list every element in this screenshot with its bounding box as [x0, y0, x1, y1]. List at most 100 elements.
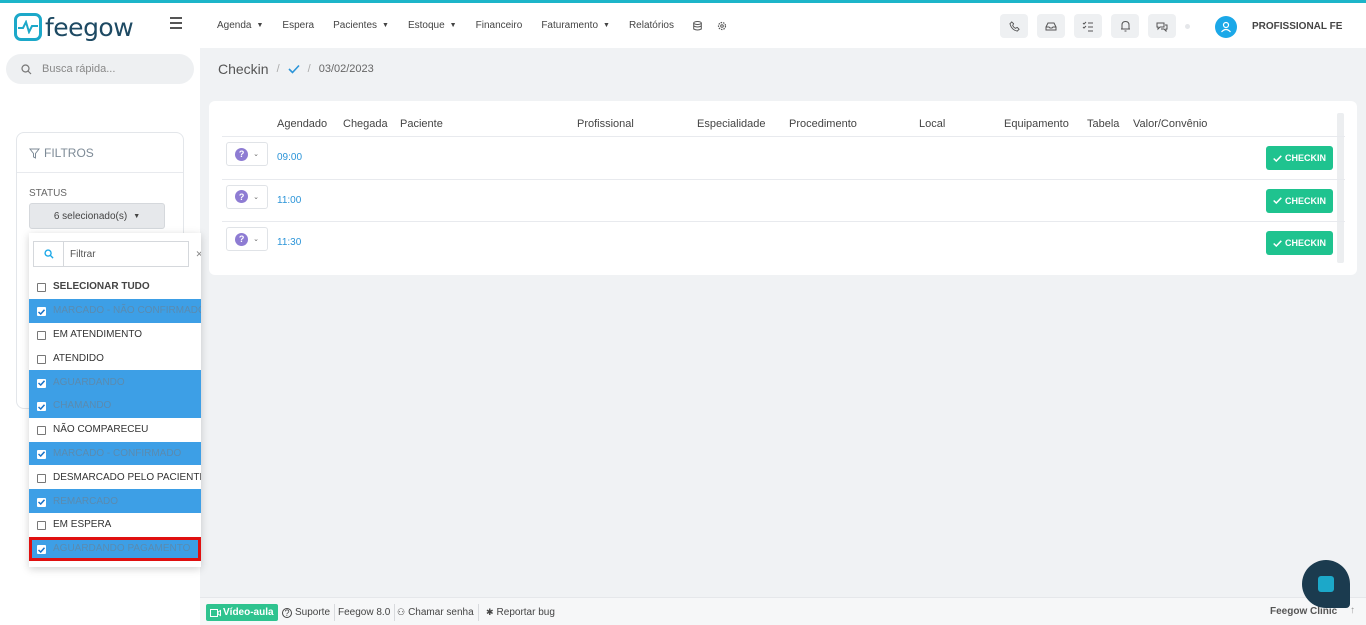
- status-option[interactable]: REMARCADO: [29, 489, 201, 513]
- user-icon: [1221, 21, 1231, 33]
- call-password-link[interactable]: ⚇ Chamar senha: [393, 604, 479, 621]
- checkbox-icon[interactable]: [37, 354, 46, 364]
- phone-icon: [1008, 20, 1020, 32]
- checkin-button[interactable]: CHECKIN: [1266, 188, 1333, 213]
- status-option[interactable]: CHAMANDO: [29, 393, 201, 418]
- notifications-button[interactable]: [1111, 14, 1139, 38]
- search-icon: [21, 63, 32, 74]
- scroll-top-icon[interactable]: ↑: [1350, 605, 1355, 616]
- column-header: Local: [919, 118, 946, 130]
- nav-item-pacientes[interactable]: Pacientes ▼: [333, 20, 389, 31]
- question-icon: ?: [235, 147, 249, 161]
- checkin-button[interactable]: CHECKIN: [1266, 231, 1333, 255]
- chevron-down-icon: ⌄: [253, 236, 259, 243]
- appointment-time[interactable]: 11:30: [277, 237, 301, 248]
- checkbox-icon[interactable]: [37, 473, 46, 483]
- checkbox-checked-icon[interactable]: [37, 497, 46, 507]
- appointment-time[interactable]: 09:00: [277, 152, 302, 163]
- checkbox-checked-icon[interactable]: [37, 545, 46, 555]
- status-option[interactable]: EM ATENDIMENTO: [29, 323, 201, 347]
- database-icon[interactable]: [693, 20, 703, 31]
- checkbox-checked-icon[interactable]: [37, 402, 46, 412]
- user-avatar[interactable]: [1215, 16, 1237, 38]
- checkin-table: Agendado Chegada Paciente Profissional Espec…: [209, 101, 1357, 275]
- header-action-buttons: [1000, 14, 1202, 38]
- dropdown-search-icon: [33, 241, 63, 267]
- main-nav: Agenda ▼ Espera Pacientes ▼ Estoque ▼ Financeir…: [217, 3, 741, 48]
- checkbox-icon[interactable]: [37, 283, 46, 293]
- nav-item-faturamento[interactable]: Faturamento ▼: [541, 20, 610, 31]
- status-option[interactable]: AGUARDANDO PAGAMENTO: [29, 536, 201, 561]
- status-dropdown: ✕ SELECIONAR TUDO MARCADO - NÃO CONFIRMAD…: [29, 233, 201, 567]
- phone-button[interactable]: [1000, 14, 1028, 38]
- status-option[interactable]: NÃO COMPARECEU: [29, 418, 201, 442]
- question-icon: ?: [235, 232, 249, 246]
- tasks-button[interactable]: [1074, 14, 1102, 38]
- nav-item-relatorios[interactable]: Relatórios: [629, 20, 674, 31]
- checkbox-checked-icon[interactable]: [37, 378, 46, 388]
- status-option[interactable]: ATENDIDO: [29, 346, 201, 370]
- checkbox-checked-icon[interactable]: [37, 449, 46, 459]
- breadcrumb-separator: /: [307, 63, 311, 75]
- row-status-menu[interactable]: ? ⌄: [226, 142, 268, 166]
- breadcrumb-date: 03/02/2023: [318, 63, 374, 75]
- caret-down-icon: ▼: [603, 22, 610, 29]
- status-option[interactable]: DESMARCADO PELO PACIENTE: [29, 465, 201, 489]
- status-option[interactable]: MARCADO - NÃO CONFIRMADO: [29, 298, 201, 323]
- top-header: feegow Agenda ▼ Espera Pacientes ▼ Estoque ▼ Fi…: [0, 3, 1366, 48]
- search-placeholder[interactable]: Busca rápida...: [42, 63, 115, 75]
- status-option-label: SELECIONAR TUDO: [53, 281, 150, 293]
- row-status-menu[interactable]: ? ⌄: [226, 227, 268, 251]
- status-option[interactable]: AGUARDANDO: [29, 370, 201, 394]
- status-label: STATUS: [29, 188, 67, 199]
- nav-item-espera[interactable]: Espera: [282, 20, 314, 31]
- status-option-label: MARCADO - NÃO CONFIRMADO: [53, 305, 201, 317]
- widget-icon: [1318, 576, 1334, 592]
- nav-item-estoque[interactable]: Estoque ▼: [408, 20, 457, 31]
- bell-icon: [1120, 20, 1130, 32]
- filter-icon: [29, 148, 40, 159]
- column-header: Valor/Convênio: [1133, 118, 1208, 130]
- dropdown-filter-input[interactable]: [63, 241, 189, 267]
- status-option-label: AGUARDANDO PAGAMENTO: [53, 543, 191, 555]
- nav-item-agenda[interactable]: Agenda ▼: [217, 20, 263, 31]
- support-link[interactable]: ? Suporte: [278, 604, 336, 621]
- column-header: Paciente: [400, 118, 443, 130]
- inbox-button[interactable]: [1037, 14, 1065, 38]
- checkbox-checked-icon[interactable]: [37, 307, 46, 317]
- gear-icon[interactable]: [717, 21, 727, 31]
- quick-search[interactable]: Busca rápida...: [6, 54, 194, 84]
- status-option-label: AGUARDANDO: [53, 376, 125, 388]
- floating-widget-button[interactable]: [1302, 560, 1350, 608]
- nav-item-financeiro[interactable]: Financeiro: [476, 20, 523, 31]
- page-title: Checkin: [218, 61, 269, 77]
- checkbox-icon[interactable]: [37, 521, 46, 531]
- checkbox-icon[interactable]: [37, 330, 46, 340]
- user-name[interactable]: PROFISSIONAL FE: [1252, 21, 1342, 32]
- checkin-button[interactable]: CHECKIN: [1266, 146, 1333, 170]
- chat-button[interactable]: [1148, 14, 1176, 38]
- status-select-value: 6 selecionado(s): [53, 210, 128, 222]
- clear-filter-icon[interactable]: ✕: [189, 241, 201, 267]
- inbox-icon: [1045, 22, 1057, 30]
- status-option[interactable]: EM ESPERA: [29, 513, 201, 537]
- status-option-label: DESMARCADO PELO PACIENTE: [53, 471, 201, 483]
- status-option[interactable]: MARCADO - CONFIRMADO: [29, 441, 201, 466]
- hamburger-menu-icon[interactable]: [170, 17, 182, 29]
- status-option-label: CHAMANDO: [53, 400, 112, 412]
- check-icon: [1273, 197, 1282, 204]
- feegow-logo[interactable]: feegow: [14, 13, 134, 42]
- status-option-label: ATENDIDO: [53, 352, 104, 364]
- report-bug-link[interactable]: ✱ Reportar bug: [482, 604, 559, 621]
- video-lesson-button[interactable]: Vídeo-aula: [206, 604, 278, 621]
- column-header: Profissional: [577, 118, 634, 130]
- table-row: ? ⌄ 11:00 CHECKIN: [222, 178, 1345, 222]
- check-icon: [288, 64, 300, 74]
- appointment-time[interactable]: 11:00: [277, 195, 301, 206]
- checkbox-icon[interactable]: [37, 426, 46, 436]
- check-icon: [1273, 154, 1282, 162]
- row-status-menu[interactable]: ? ⌄: [226, 184, 268, 209]
- filters-divider: [17, 172, 183, 173]
- status-option[interactable]: SELECIONAR TUDO: [29, 275, 201, 299]
- status-select[interactable]: 6 selecionado(s) ▼: [29, 203, 165, 229]
